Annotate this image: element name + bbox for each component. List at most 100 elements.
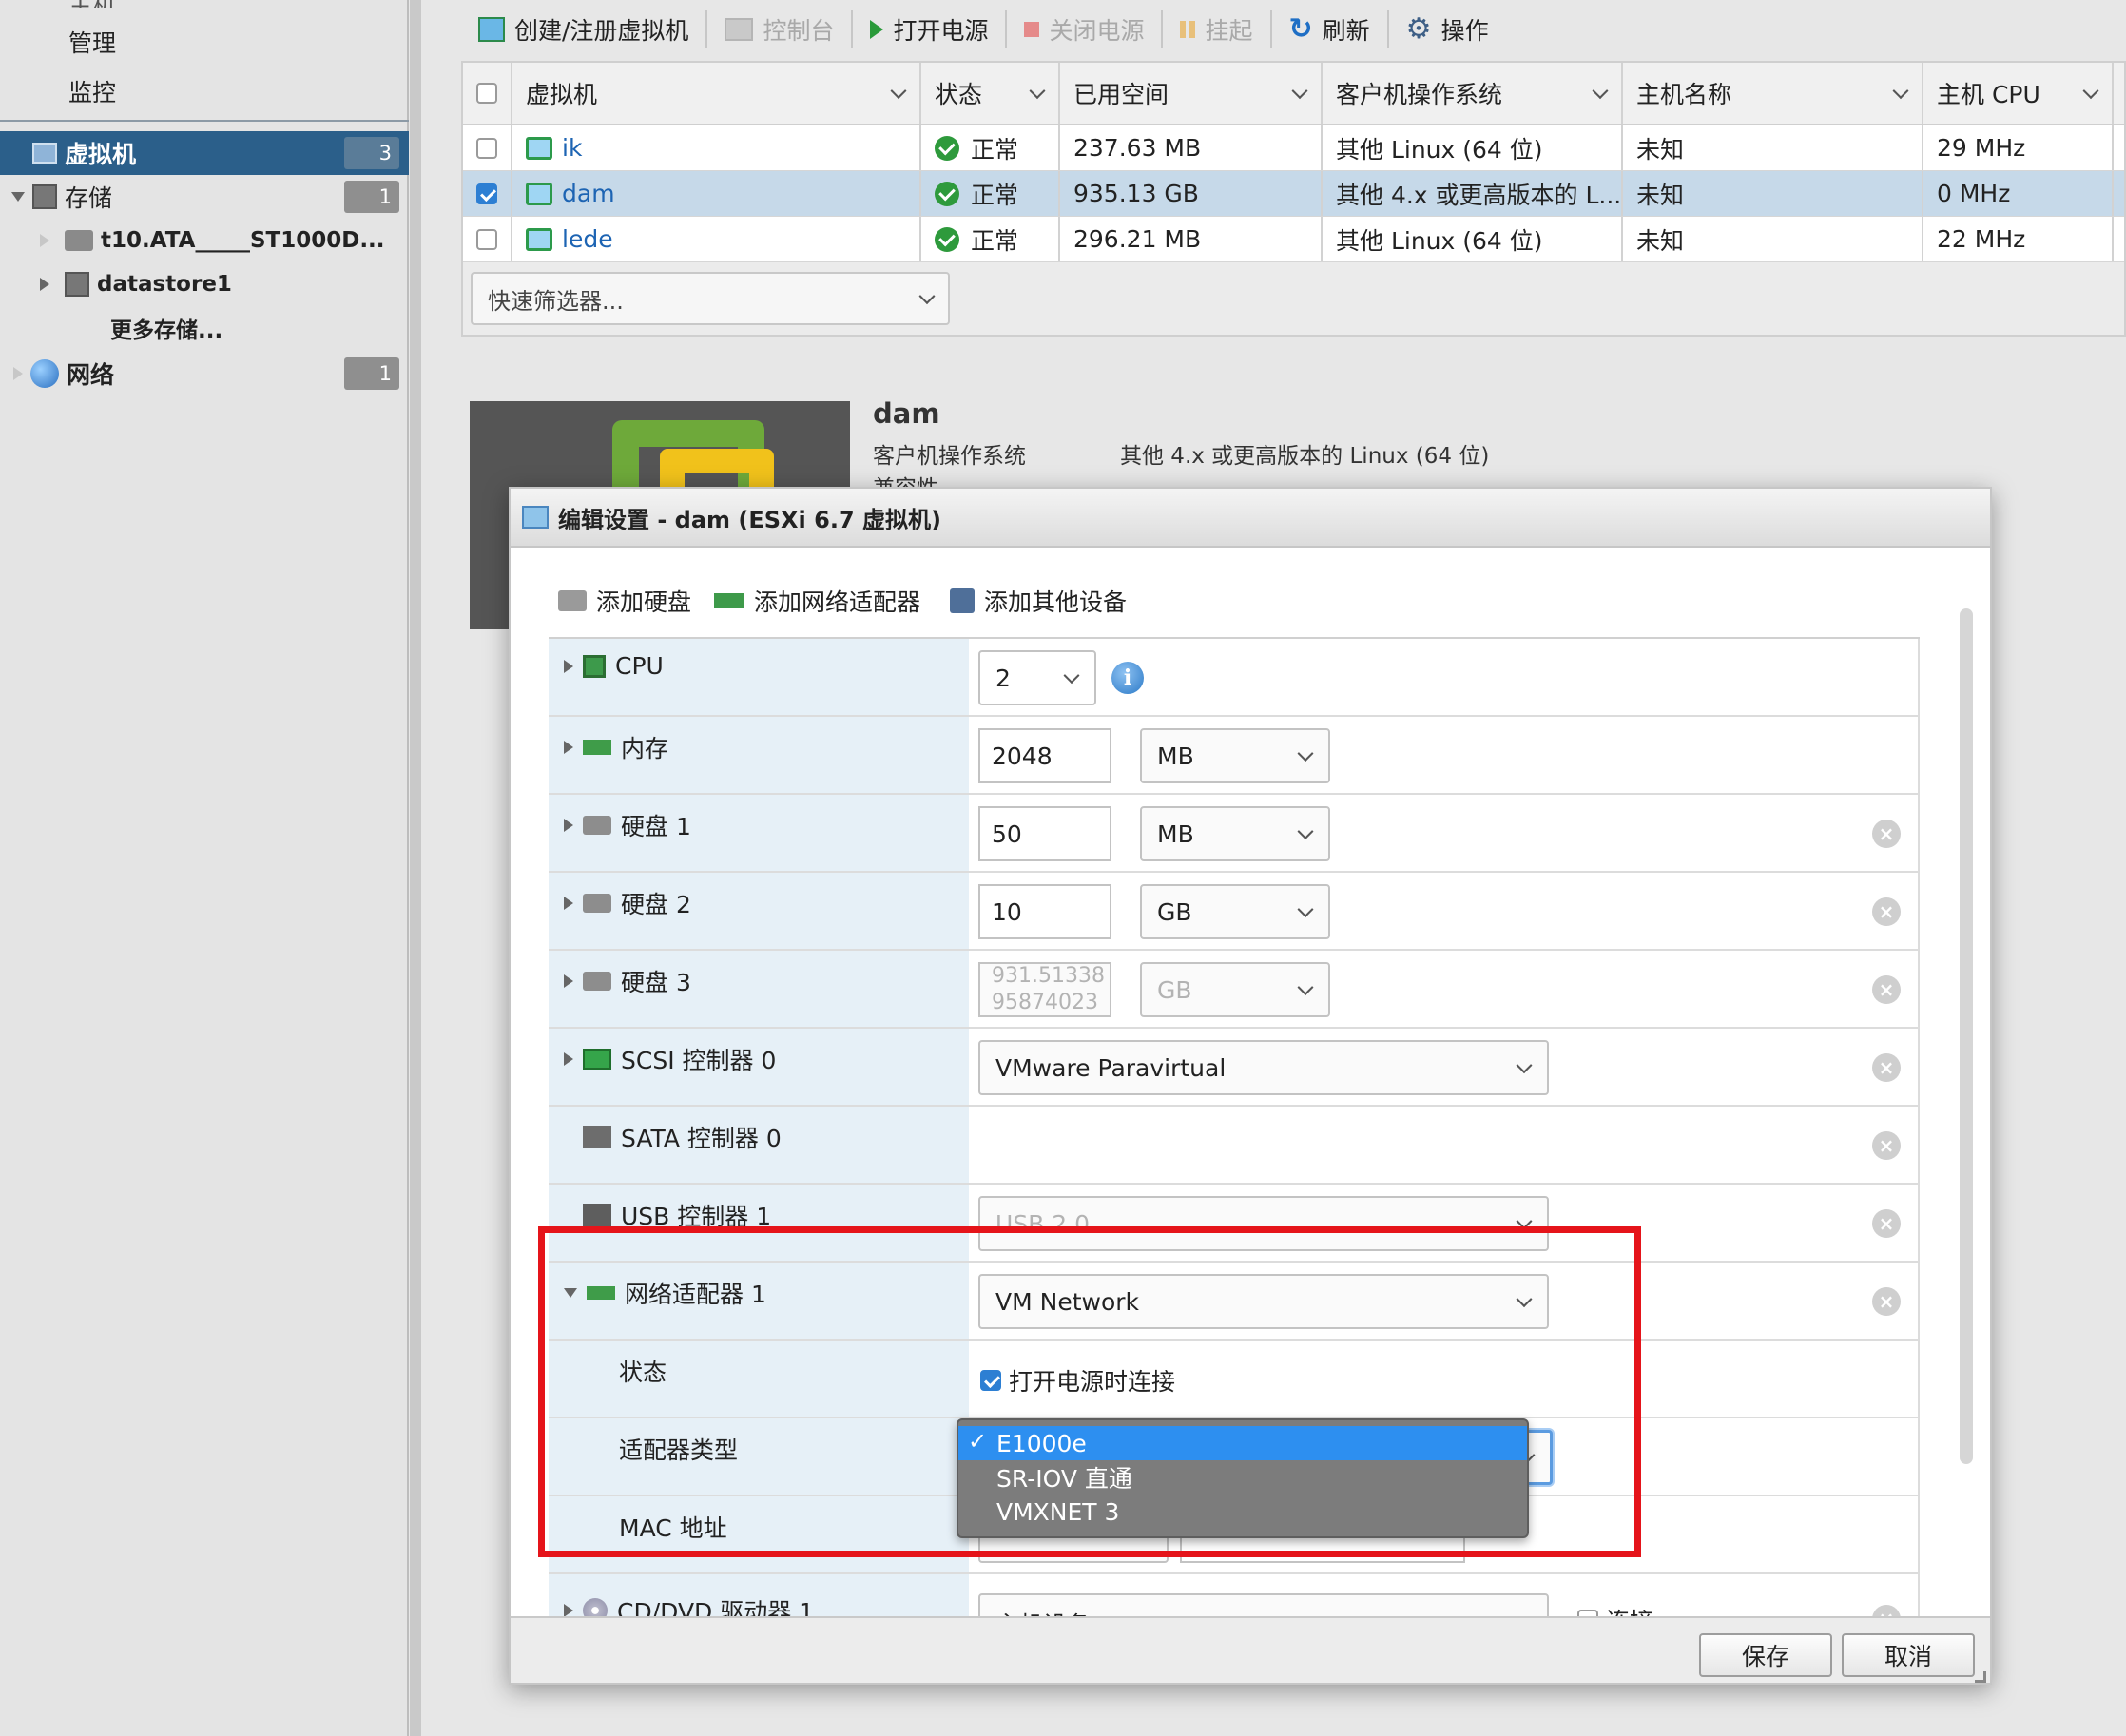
chevron-down-icon[interactable]: [1592, 83, 1609, 100]
vm-name-link[interactable]: ik: [562, 134, 582, 162]
row-checkbox[interactable]: [476, 228, 497, 250]
chevron-right-icon[interactable]: [564, 659, 573, 673]
chevron-right-icon[interactable]: [40, 278, 49, 291]
chevron-right-icon[interactable]: [564, 974, 573, 988]
chevron-down-icon[interactable]: [1297, 823, 1314, 840]
select-all-checkbox[interactable]: [476, 83, 497, 104]
cddvd-connect-checkbox[interactable]: [1577, 1610, 1598, 1616]
column-header-vm[interactable]: 虚拟机: [512, 63, 921, 124]
row-checkbox[interactable]: [476, 137, 497, 159]
refresh-button[interactable]: ↻ 刷新: [1272, 10, 1389, 48]
resize-grip-icon[interactable]: [1975, 1671, 1986, 1683]
dialog-scrollbar[interactable]: [1960, 608, 1973, 1464]
column-header-status[interactable]: 状态: [921, 63, 1060, 124]
remove-device-icon[interactable]: ×: [1872, 897, 1901, 926]
chevron-down-icon[interactable]: [1516, 1057, 1533, 1074]
sidebar-item-storage-device[interactable]: t10.ATA_____ST1000D...: [0, 219, 409, 262]
remove-device-icon[interactable]: ×: [1872, 975, 1901, 1004]
sidebar-item-network[interactable]: 网络 1: [0, 352, 409, 395]
add-disk-button[interactable]: 添加硬盘: [558, 584, 691, 618]
column-header-guest-os[interactable]: 客户机操作系统: [1323, 63, 1623, 124]
disk-1-size-input[interactable]: 50: [978, 806, 1111, 861]
sidebar-item-storage[interactable]: 存储 1: [0, 175, 409, 219]
quick-filter-select[interactable]: 快速筛选器...: [471, 272, 950, 325]
disk-2-unit-select[interactable]: GB: [1140, 884, 1330, 939]
dropdown-option-sriov[interactable]: SR-IOV 直通: [958, 1460, 1527, 1495]
chevron-down-icon[interactable]: [1297, 745, 1314, 762]
sidebar-item-manage[interactable]: 管理: [68, 25, 116, 59]
dropdown-option-e1000e[interactable]: E1000e: [958, 1426, 1527, 1460]
vm-name-link[interactable]: dam: [562, 180, 615, 207]
row-label[interactable]: CPU: [564, 652, 664, 680]
chevron-down-icon[interactable]: [1892, 83, 1909, 100]
vm-name-cell[interactable]: lede: [512, 217, 921, 261]
column-header-used-space[interactable]: 已用空间: [1060, 63, 1323, 124]
scsi-type-select[interactable]: VMware Paravirtual: [978, 1040, 1549, 1095]
cddvd-type-select[interactable]: 主机设备: [978, 1593, 1549, 1616]
power-off-button[interactable]: 关闭电源: [1007, 10, 1164, 48]
dropdown-option-vmxnet3[interactable]: VMXNET 3: [958, 1495, 1527, 1529]
select-all-cell[interactable]: [463, 63, 512, 124]
row-label[interactable]: 硬盘 1: [564, 808, 691, 842]
info-icon[interactable]: i: [1111, 662, 1144, 694]
remove-device-icon[interactable]: ×: [1872, 1131, 1901, 1160]
table-row[interactable]: lede 正常 296.21 MB 其他 Linux (64 位) 未知 22 …: [463, 217, 2124, 262]
disk-1-unit-select[interactable]: MB: [1140, 806, 1330, 861]
row-label[interactable]: 内存: [564, 730, 668, 764]
row-label[interactable]: SCSI 控制器 0: [564, 1042, 776, 1076]
chevron-down-icon[interactable]: [890, 83, 907, 100]
sidebar-item-vms[interactable]: 虚拟机 3: [0, 131, 409, 175]
sidebar-item-host-partial[interactable]: 主机: [68, 0, 116, 8]
create-vm-button[interactable]: 创建/注册虚拟机: [461, 10, 708, 48]
remove-device-icon[interactable]: ×: [1872, 1605, 1901, 1616]
row-checkbox-cell[interactable]: [463, 217, 512, 261]
row-checkbox-cell[interactable]: [463, 171, 512, 216]
chevron-down-icon[interactable]: [11, 192, 25, 202]
chevron-right-icon[interactable]: [564, 1052, 573, 1066]
chevron-down-icon[interactable]: [1297, 901, 1314, 918]
sidebar-item-monitor[interactable]: 监控: [68, 74, 116, 108]
adapter-type-dropdown[interactable]: E1000e SR-IOV 直通 VMXNET 3: [957, 1418, 1529, 1538]
column-header-hostname[interactable]: 主机名称: [1623, 63, 1923, 124]
remove-device-icon[interactable]: ×: [1872, 1053, 1901, 1082]
disk-2-size-input[interactable]: 10: [978, 884, 1111, 939]
power-on-button[interactable]: 打开电源: [853, 10, 1008, 48]
dialog-titlebar[interactable]: 编辑设置 - dam (ESXi 6.7 虚拟机): [511, 489, 1990, 548]
remove-device-icon[interactable]: ×: [1872, 1209, 1901, 1238]
actions-button[interactable]: ⚙ 操作: [1389, 10, 1506, 48]
memory-size-input[interactable]: 2048: [978, 728, 1111, 783]
column-header-host-cpu[interactable]: 主机 CPU: [1923, 63, 2114, 124]
chevron-right-icon[interactable]: [564, 819, 573, 832]
table-row[interactable]: dam 正常 935.13 GB 其他 4.x 或更高版本的 L... 未知 0…: [463, 171, 2124, 217]
row-label[interactable]: CD/DVD 驱动器 1: [564, 1593, 814, 1616]
save-button[interactable]: 保存: [1699, 1633, 1832, 1677]
cpu-count-select[interactable]: 2: [978, 650, 1096, 705]
add-nic-button[interactable]: 添加网络适配器: [714, 584, 920, 618]
suspend-button[interactable]: 挂起: [1163, 10, 1272, 48]
more-storage-link[interactable]: 更多存储...: [110, 312, 222, 344]
row-label[interactable]: 硬盘 3: [564, 964, 691, 998]
chevron-right-icon[interactable]: [564, 1604, 573, 1616]
add-other-device-button[interactable]: 添加其他设备: [950, 584, 1127, 618]
row-label[interactable]: 硬盘 2: [564, 886, 691, 920]
chevron-down-icon[interactable]: [2082, 83, 2099, 100]
cddvd-connect[interactable]: 连接: [1577, 1603, 1653, 1616]
cancel-button[interactable]: 取消: [1842, 1633, 1975, 1677]
table-row[interactable]: ik 正常 237.63 MB 其他 Linux (64 位) 未知 29 MH…: [463, 125, 2124, 171]
vm-name-link[interactable]: lede: [562, 225, 613, 253]
vm-name-cell[interactable]: ik: [512, 125, 921, 170]
row-checkbox-cell[interactable]: [463, 125, 512, 170]
chevron-down-icon[interactable]: [1063, 667, 1080, 685]
remove-device-icon[interactable]: ×: [1872, 1287, 1901, 1316]
chevron-down-icon[interactable]: [1291, 83, 1308, 100]
chevron-down-icon[interactable]: [1029, 83, 1046, 100]
chevron-right-icon[interactable]: [564, 897, 573, 910]
row-checkbox[interactable]: [476, 183, 497, 204]
remove-device-icon[interactable]: ×: [1872, 820, 1901, 848]
sidebar-item-datastore[interactable]: datastore1: [0, 262, 409, 306]
console-button[interactable]: 控制台: [707, 10, 854, 48]
panel-splitter[interactable]: [410, 0, 421, 1736]
chevron-right-icon[interactable]: [564, 741, 573, 754]
memory-unit-select[interactable]: MB: [1140, 728, 1330, 783]
vm-name-cell[interactable]: dam: [512, 171, 921, 216]
